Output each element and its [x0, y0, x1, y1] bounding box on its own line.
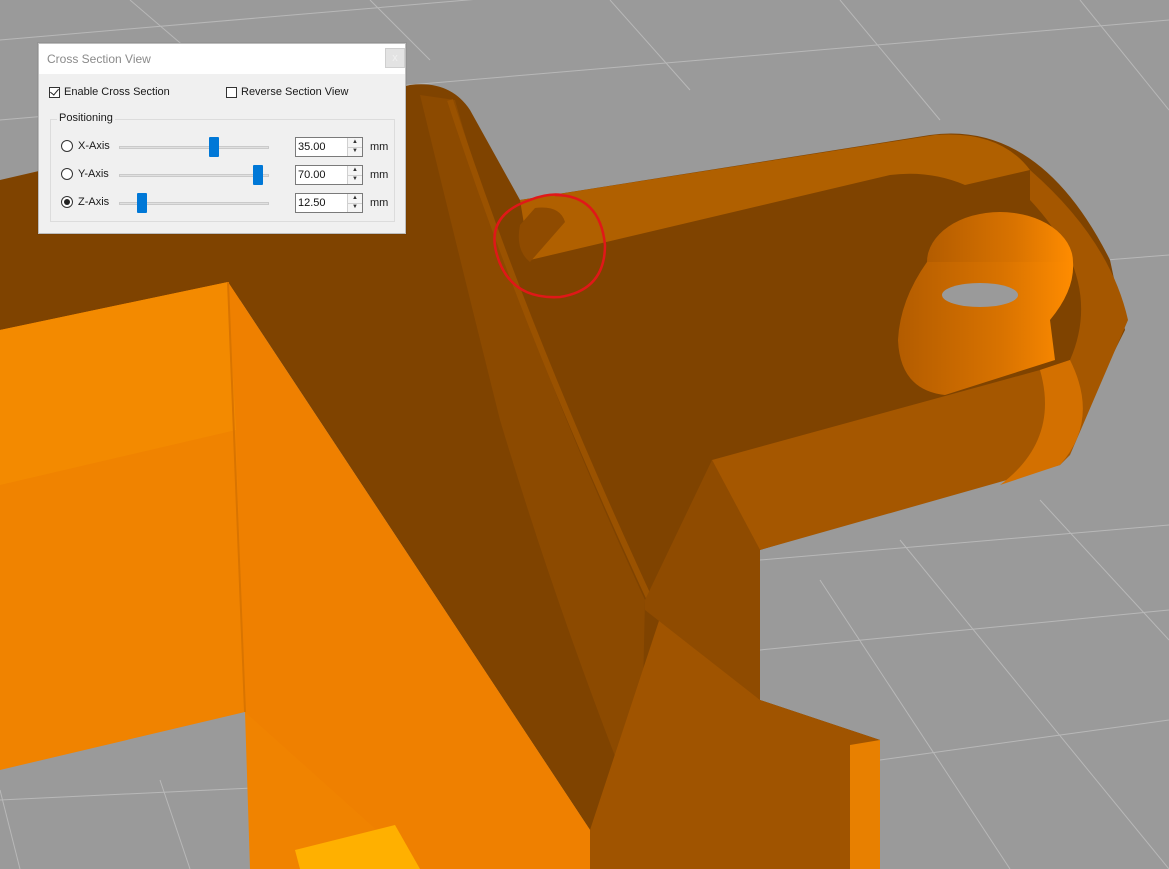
x-axis-label: X-Axis: [78, 140, 110, 152]
z-axis-value-input[interactable]: 12.50 ▲ ▼: [295, 193, 363, 213]
y-axis-label: Y-Axis: [78, 168, 109, 180]
x-axis-slider[interactable]: [119, 137, 269, 157]
spin-down-icon[interactable]: ▼: [348, 147, 362, 156]
z-axis-unit: mm: [370, 197, 389, 209]
y-axis-radio[interactable]: [61, 168, 73, 180]
x-axis-value: 35.00: [298, 141, 326, 153]
z-axis-value: 12.50: [298, 197, 326, 209]
x-axis-value-input[interactable]: 35.00 ▲ ▼: [295, 137, 363, 157]
x-axis-radio[interactable]: [61, 140, 73, 152]
enable-cross-section-label: Enable Cross Section: [64, 86, 170, 98]
z-axis-slider-thumb[interactable]: [137, 193, 147, 213]
dialog-titlebar[interactable]: Cross Section View x: [39, 44, 405, 74]
spin-down-icon[interactable]: ▼: [348, 203, 362, 212]
y-axis-slider[interactable]: [119, 165, 269, 185]
y-axis-row: Y-Axis 70.00 ▲ ▼ mm: [51, 165, 396, 185]
dialog-title: Cross Section View: [47, 52, 151, 66]
spin-down-icon[interactable]: ▼: [348, 175, 362, 184]
z-axis-row: Z-Axis 12.50 ▲ ▼ mm: [51, 193, 396, 213]
checkbox-checked-icon[interactable]: [49, 85, 60, 98]
x-axis-slider-thumb[interactable]: [209, 137, 219, 157]
y-axis-unit: mm: [370, 169, 389, 181]
checkbox-unchecked-icon[interactable]: [226, 86, 237, 98]
reverse-section-view-checkbox[interactable]: Reverse Section View: [226, 86, 348, 98]
cross-section-dialog: Cross Section View x Enable Cross Sectio…: [38, 43, 406, 234]
y-axis-slider-thumb[interactable]: [253, 165, 263, 185]
positioning-legend: Positioning: [57, 112, 115, 124]
y-axis-value: 70.00: [298, 169, 326, 181]
x-axis-unit: mm: [370, 141, 389, 153]
positioning-group: Positioning X-Axis 35.00 ▲ ▼ mm Y-Axis 70…: [50, 112, 396, 222]
reverse-section-view-label: Reverse Section View: [241, 86, 349, 98]
z-axis-slider[interactable]: [119, 193, 269, 213]
y-axis-value-input[interactable]: 70.00 ▲ ▼: [295, 165, 363, 185]
x-axis-row: X-Axis 35.00 ▲ ▼ mm: [51, 137, 396, 157]
enable-cross-section-checkbox[interactable]: Enable Cross Section: [49, 85, 170, 98]
close-button[interactable]: x: [385, 48, 405, 68]
z-axis-label: Z-Axis: [78, 196, 110, 208]
z-axis-radio[interactable]: [61, 196, 73, 208]
